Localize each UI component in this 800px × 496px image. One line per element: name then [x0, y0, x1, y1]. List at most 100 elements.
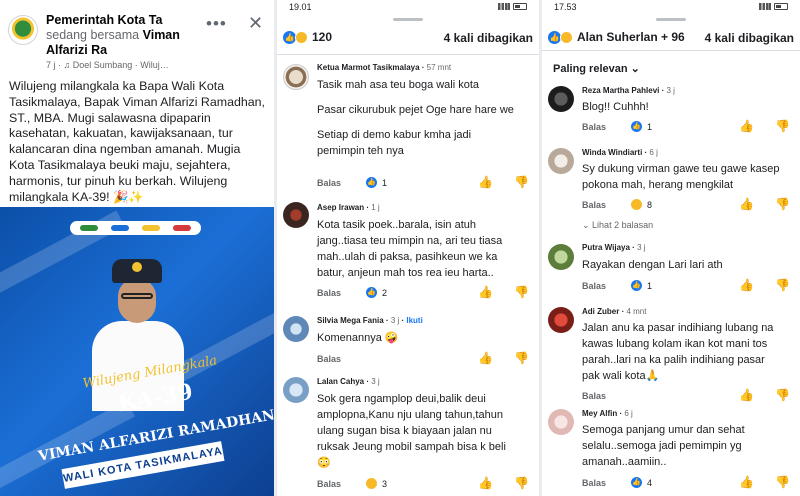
status-time: 17.53 [554, 2, 577, 12]
thumbs-up-icon[interactable]: 👍 [739, 197, 754, 211]
reply-button[interactable]: Balas [317, 479, 341, 489]
comment-author[interactable]: Winda Windiarti · 6 j [582, 148, 658, 157]
page-name[interactable]: Pemerintah Kota Ta [46, 13, 162, 27]
haha-icon [560, 30, 573, 44]
reply-button[interactable]: Balas [582, 200, 606, 210]
avatar[interactable] [283, 377, 309, 403]
comment-actions: Balas 👍 👎 [582, 388, 790, 404]
avatar[interactable] [548, 244, 574, 270]
sort-dropdown[interactable]: Paling relevan ⌄ [553, 62, 640, 75]
like-count: 4 [647, 477, 653, 488]
follow-button[interactable]: Ikuti [406, 316, 422, 325]
share-count[interactable]: 4 kali dibagikan [444, 31, 533, 45]
page-avatar[interactable] [8, 15, 38, 45]
comment-actions: Balas 👍 1 👍 👎 [582, 119, 790, 135]
post-meta: 7 j · ♫ Doel Sumbang · Wiluj… [46, 60, 169, 70]
reply-button[interactable]: Balas [582, 281, 606, 291]
comment-text: Tasik mah asa teu boga wali kota Pasar ci… [317, 79, 514, 157]
comment-actions: Balas 8 👍 👎 [582, 197, 790, 213]
reply-button[interactable]: Balas [582, 391, 606, 401]
reaction-summary[interactable]: 👍 120 4 kali dibagikan [283, 30, 533, 46]
avatar[interactable] [548, 148, 574, 174]
haha-icon [631, 199, 642, 210]
thumbs-up-icon[interactable]: 👍 [739, 475, 754, 489]
reply-button[interactable]: Balas [582, 478, 606, 488]
reply-button[interactable]: Balas [317, 354, 341, 364]
comment-text: Sok gera ngamplop deui,balik deui amplopn… [317, 393, 506, 469]
thumbs-down-icon[interactable]: 👎 [514, 476, 529, 490]
comment-author[interactable]: Putra Wijaya · 3 j [582, 243, 646, 252]
more-options-icon[interactable]: ••• [206, 14, 227, 34]
like-icon: 👍 [631, 121, 642, 132]
thumbs-down-icon[interactable]: 👎 [514, 351, 529, 365]
comment-actions: Balas 👍 👎 [317, 351, 529, 367]
thumbs-up-icon[interactable]: 👍 [739, 278, 754, 292]
thumbs-up-icon[interactable]: 👍 [478, 476, 493, 490]
sheet-grabber[interactable] [393, 18, 423, 21]
haha-icon [295, 30, 308, 44]
battery-icon [513, 3, 527, 10]
post-body: Wilujeng milangkala ka Bapa Wali Kota Ta… [9, 79, 265, 204]
thumbs-down-icon[interactable]: 👎 [514, 175, 529, 189]
sheet-grabber[interactable] [656, 18, 686, 21]
comment-author[interactable]: Asep Irawan · 1 j [317, 203, 380, 212]
comment-text: Jalan anu ka pasar indihiang lubang na ka… [582, 322, 774, 382]
avatar[interactable] [283, 202, 309, 228]
thumbs-up-icon[interactable]: 👍 [478, 285, 493, 299]
status-time: 19.01 [289, 2, 312, 12]
like-count: 1 [647, 280, 653, 291]
reply-button[interactable]: Balas [317, 178, 341, 188]
thumbs-up-icon[interactable]: 👍 [478, 175, 493, 189]
thumbs-down-icon[interactable]: 👎 [775, 197, 790, 211]
avatar[interactable] [283, 64, 309, 90]
like-count: 1 [647, 121, 653, 132]
chevron-down-icon: ⌄ [630, 63, 640, 75]
with-text: sedang bersama [46, 28, 140, 42]
thumbs-down-icon[interactable]: 👎 [775, 119, 790, 133]
avatar[interactable] [548, 86, 574, 112]
avatar[interactable] [548, 409, 574, 435]
close-icon[interactable]: ✕ [248, 13, 263, 34]
share-count[interactable]: 4 kali dibagikan [705, 31, 794, 45]
comment-author[interactable]: Lalan Cahya · 3 j [317, 377, 380, 386]
thumbs-down-icon[interactable]: 👎 [775, 475, 790, 489]
comment-text: Komenannya 🤪 [317, 332, 399, 344]
comment-text: Sy dukung virman gawe teu gawe kasep poko… [582, 163, 780, 191]
signal-icon [759, 3, 771, 10]
comment-author[interactable]: Reza Martha Pahlevi · 3 j [582, 86, 675, 95]
post-image[interactable]: Wilujeng Milangkala KA-39 VIMAN ALFARIZI… [0, 207, 274, 496]
thumbs-down-icon[interactable]: 👎 [775, 388, 790, 402]
like-icon: 👍 [631, 477, 642, 488]
comment-author[interactable]: Silvia Mega Fania · 3 j · Ikuti [317, 316, 423, 325]
comment-author[interactable]: Mey Alfin · 6 j [582, 409, 633, 418]
like-count: 3 [382, 478, 388, 489]
view-replies-link[interactable]: ⌄ Lihat 2 balasan [582, 220, 653, 231]
avatar[interactable] [283, 316, 309, 342]
thumbs-up-icon[interactable]: 👍 [478, 351, 493, 365]
post-header: Pemerintah Kota Ta sedang bersama Viman … [0, 0, 274, 70]
reply-button[interactable]: Balas [582, 122, 606, 132]
comment-author[interactable]: Adi Zuber · 4 mnt [582, 307, 646, 316]
thumbs-down-icon[interactable]: 👎 [775, 278, 790, 292]
haha-icon [366, 478, 377, 489]
like-count: 1 [382, 177, 388, 188]
comment-actions: Balas 3 👍 👎 [317, 476, 529, 492]
reaction-summary[interactable]: 👍 Alan Suherlan + 96 4 kali dibagikan [548, 30, 794, 46]
comment-actions: Balas 👍 1 👍 👎 [317, 175, 529, 191]
reactors-label: Alan Suherlan + 96 [577, 30, 685, 44]
like-count: 2 [382, 287, 388, 298]
reply-button[interactable]: Balas [317, 288, 341, 298]
sponsor-logos [70, 221, 201, 235]
comment-text: Rayakan dengan Lari lari ath [582, 259, 723, 271]
thumbs-up-icon[interactable]: 👍 [739, 119, 754, 133]
thumbs-up-icon[interactable]: 👍 [739, 388, 754, 402]
comment-author[interactable]: Ketua Marmot Tasikmalaya · 57 mnt [317, 63, 451, 72]
comment-actions: Balas 👍 2 👍 👎 [317, 285, 529, 301]
thumbs-down-icon[interactable]: 👎 [514, 285, 529, 299]
comment-actions: Balas 👍 1 👍 👎 [582, 278, 790, 294]
avatar[interactable] [548, 307, 574, 333]
reaction-count: 120 [312, 30, 333, 44]
post-author: Pemerintah Kota Ta sedang bersama Viman … [46, 13, 204, 58]
facebook-post: Pemerintah Kota Ta sedang bersama Viman … [0, 0, 274, 496]
status-bar: 17.53 [542, 0, 800, 14]
